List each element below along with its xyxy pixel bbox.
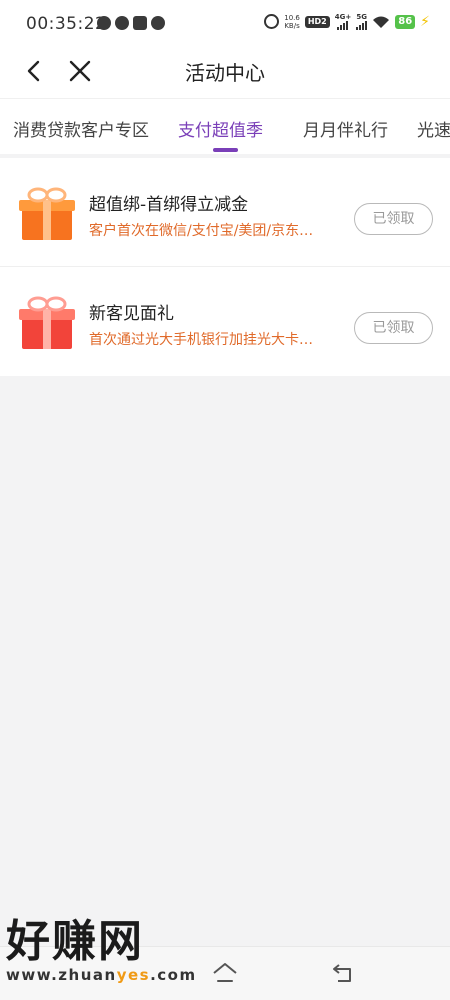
activity-item[interactable]: 超值绑-首绑得立减金 客户首次在微信/支付宝/美团/京东… 已领取 (0, 158, 450, 267)
app-notification-icon (133, 16, 147, 30)
hd-icon: HD2 (304, 15, 330, 28)
activity-description: 客户首次在微信/支付宝/美团/京东… (89, 223, 314, 239)
return-icon[interactable] (331, 961, 357, 985)
home-icon[interactable] (212, 961, 238, 985)
tab-light-speed[interactable]: 光速 (417, 116, 450, 141)
gift-box-red-icon (19, 296, 75, 349)
wifi-icon (373, 16, 390, 28)
page-title: 活动中心 (185, 61, 265, 85)
watermark-title: 好赚网 (6, 916, 144, 967)
signal-4g-label: 4G+ (334, 13, 352, 21)
wechat-icon (97, 16, 111, 30)
navigation-bar: 活动中心 (0, 46, 450, 98)
activity-list: 超值绑-首绑得立减金 客户首次在微信/支付宝/美团/京东… 已领取 新客见面礼 … (0, 158, 450, 376)
signal-4g-icon: 4G+ (335, 13, 351, 30)
tab-monthly-gift[interactable]: 月月伴礼行 (303, 116, 388, 141)
alarm-icon (264, 14, 280, 29)
gift-box-orange-icon (19, 187, 75, 240)
watermark-url-highlight: yes (116, 966, 151, 984)
qq-icon (151, 16, 165, 30)
activity-item[interactable]: 新客见面礼 首次通过光大手机银行加挂光大卡… 已领取 (0, 267, 450, 376)
battery-icon: 86 (395, 14, 416, 29)
network-speed-unit: KB/s (284, 21, 300, 30)
notification-icons (97, 16, 165, 30)
status-bar: 00:35:22 10.6 KB/s HD2 4G+ 5G 86 ⚡ (0, 0, 450, 46)
tab-payment-season[interactable]: 支付超值季 (178, 116, 263, 141)
claimed-button[interactable]: 已领取 (354, 312, 433, 344)
signal-5g-icon: 5G (356, 13, 368, 30)
watermark-url-prefix: www.zhuan (6, 966, 117, 984)
status-indicators: 10.6 KB/s HD2 4G+ 5G 86 ⚡ (264, 13, 430, 30)
watermark-logo: 好赚网 www.zhuanyes.com (6, 918, 196, 990)
watermark-url: www.zhuanyes.com (6, 966, 196, 984)
watermark-url-suffix: .com (150, 966, 197, 984)
message-icon (115, 16, 129, 30)
activity-description: 首次通过光大手机银行加挂光大卡… (89, 332, 313, 348)
signal-5g-label: 5G (356, 13, 368, 21)
claimed-button[interactable]: 已领取 (354, 203, 433, 235)
network-speed: 10.6 KB/s (284, 14, 300, 30)
tab-bar: 消费贷款客户专区 支付超值季 月月伴礼行 光速 (0, 98, 450, 154)
activity-title: 新客见面礼 (89, 304, 174, 324)
charging-icon: ⚡ (420, 13, 430, 30)
tab-consumer-loan[interactable]: 消费贷款客户专区 (13, 116, 149, 141)
activity-title: 超值绑-首绑得立减金 (89, 195, 249, 215)
status-time: 00:35:22 (26, 14, 107, 34)
network-speed-value: 10.6 (284, 13, 300, 22)
active-tab-indicator (213, 148, 238, 152)
